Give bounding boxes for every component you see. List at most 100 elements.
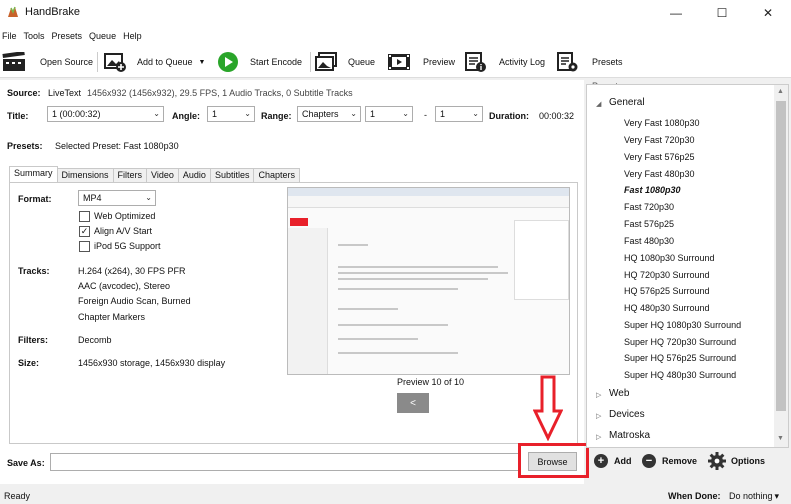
preset-group-matroska[interactable]: Matroska bbox=[609, 430, 650, 441]
activity-log-icon bbox=[463, 51, 487, 73]
web-optimized-label: Web Optimized bbox=[94, 211, 156, 221]
tab-video[interactable]: Video bbox=[146, 168, 179, 182]
preset-group-web[interactable]: Web bbox=[609, 388, 629, 399]
range-mode-select[interactable]: Chapters ⌄ bbox=[297, 106, 361, 122]
open-source-button[interactable]: Open Source bbox=[2, 46, 93, 78]
preset-options-label: Options bbox=[731, 456, 765, 466]
preset-options-button[interactable]: Options bbox=[708, 452, 765, 470]
title-select-value: 1 (00:00:32) bbox=[52, 109, 101, 119]
preset-item[interactable]: Fast 720p30 bbox=[624, 202, 674, 212]
preview-filmstrip-icon bbox=[387, 51, 411, 73]
toolbar-separator bbox=[97, 52, 98, 72]
range-start-select[interactable]: 1 ⌄ bbox=[365, 106, 413, 122]
tab-dimensions[interactable]: Dimensions bbox=[56, 168, 114, 182]
align-av-label: Align A/V Start bbox=[94, 226, 153, 236]
preset-group-devices[interactable]: Devices bbox=[609, 409, 645, 420]
chevron-down-icon: ⌄ bbox=[402, 109, 409, 118]
preset-item[interactable]: HQ 576p25 Surround bbox=[624, 286, 710, 296]
preset-item[interactable]: Very Fast 1080p30 bbox=[624, 118, 700, 128]
scroll-down-icon[interactable]: ▼ bbox=[777, 435, 784, 442]
preset-item[interactable]: Super HQ 1080p30 Surround bbox=[624, 320, 741, 330]
source-info: 1456x932 (1456x932), 29.5 FPS, 1 Audio T… bbox=[87, 88, 353, 98]
preset-item[interactable]: HQ 720p30 Surround bbox=[624, 270, 710, 280]
maximize-button[interactable]: ☐ bbox=[699, 0, 745, 26]
title-select[interactable]: 1 (00:00:32) ⌄ bbox=[47, 106, 164, 122]
preset-item-selected[interactable]: Fast 1080p30 bbox=[624, 185, 681, 195]
ipod-checkbox[interactable] bbox=[79, 241, 90, 252]
collapsed-triangle-icon[interactable]: ▷ bbox=[596, 391, 601, 399]
preset-item[interactable]: Super HQ 576p25 Surround bbox=[624, 353, 736, 363]
queue-button[interactable]: Queue bbox=[314, 46, 375, 78]
when-done-label: When Done: bbox=[668, 491, 721, 501]
preset-item[interactable]: Super HQ 720p30 Surround bbox=[624, 337, 736, 347]
preview-previous-button[interactable]: < bbox=[397, 393, 429, 413]
presets-scrollbar[interactable]: ▲ ▼ bbox=[774, 85, 788, 447]
add-preset-label: Add bbox=[614, 456, 632, 466]
presets-button[interactable]: Presets bbox=[555, 46, 623, 78]
chevron-down-icon: ▾ bbox=[774, 491, 780, 501]
chevron-down-icon: ⌄ bbox=[153, 109, 160, 118]
close-button[interactable]: ✕ bbox=[745, 0, 791, 26]
range-label: Range: bbox=[261, 111, 292, 121]
tab-audio[interactable]: Audio bbox=[177, 168, 211, 182]
format-select[interactable]: MP4 ⌄ bbox=[78, 190, 156, 206]
collapsed-triangle-icon[interactable]: ▷ bbox=[596, 412, 601, 420]
play-icon bbox=[216, 51, 240, 73]
preview-thumbnail-sidebar bbox=[288, 228, 328, 374]
preset-item[interactable]: Very Fast 720p30 bbox=[624, 135, 695, 145]
preset-item[interactable]: Super HQ 480p30 Surround bbox=[624, 370, 736, 380]
expanded-triangle-icon[interactable]: ◢ bbox=[596, 100, 601, 108]
start-encode-button[interactable]: Start Encode bbox=[216, 46, 302, 78]
status-text: Ready bbox=[4, 491, 31, 501]
preset-item[interactable]: Very Fast 576p25 bbox=[624, 152, 695, 162]
activity-log-label: Activity Log bbox=[499, 57, 546, 67]
preset-group-general[interactable]: General bbox=[609, 97, 645, 108]
preset-item[interactable]: HQ 480p30 Surround bbox=[624, 303, 710, 313]
tab-subtitles[interactable]: Subtitles bbox=[209, 168, 255, 182]
tab-filters[interactable]: Filters bbox=[112, 168, 148, 182]
when-done-select[interactable]: Do nothing ▾ bbox=[729, 491, 779, 502]
preset-item[interactable]: Very Fast 480p30 bbox=[624, 169, 695, 179]
preset-item[interactable]: Fast 576p25 bbox=[624, 219, 674, 229]
menu-presets[interactable]: Presets bbox=[52, 31, 90, 41]
save-as-input[interactable] bbox=[50, 453, 520, 471]
preset-item[interactable]: HQ 1080p30 Surround bbox=[624, 253, 715, 263]
toolbar: Open Source Add to Queue ▼ Start Encode … bbox=[0, 46, 791, 78]
title-label: Title: bbox=[7, 111, 29, 121]
add-preset-button[interactable]: + Add bbox=[594, 454, 632, 468]
preset-item[interactable]: Fast 480p30 bbox=[624, 236, 674, 246]
collapsed-triangle-icon[interactable]: ▷ bbox=[596, 433, 601, 441]
angle-select[interactable]: 1 ⌄ bbox=[207, 106, 255, 122]
format-label: Format: bbox=[18, 194, 52, 204]
track-item: H.264 (x264), 30 FPS PFR bbox=[78, 266, 186, 276]
queue-images-icon bbox=[314, 51, 338, 73]
add-to-queue-button[interactable]: Add to Queue ▼ bbox=[103, 46, 205, 78]
scroll-up-icon[interactable]: ▲ bbox=[777, 88, 784, 95]
activity-log-button[interactable]: Activity Log bbox=[463, 46, 545, 78]
scrollbar-thumb[interactable] bbox=[776, 101, 786, 411]
menu-tools[interactable]: Tools bbox=[24, 31, 52, 41]
chevron-down-icon: ⌄ bbox=[244, 109, 251, 118]
tab-summary[interactable]: Summary bbox=[9, 166, 58, 182]
menu-queue[interactable]: Queue bbox=[89, 31, 123, 41]
preview-button[interactable]: Preview bbox=[387, 46, 455, 78]
range-start-value: 1 bbox=[370, 109, 376, 119]
range-end-select[interactable]: 1 ⌄ bbox=[435, 106, 483, 122]
tab-chapters[interactable]: Chapters bbox=[253, 168, 300, 182]
status-bar: Ready When Done: Do nothing ▾ bbox=[0, 488, 791, 504]
menu-file[interactable]: File bbox=[2, 31, 24, 41]
start-encode-label: Start Encode bbox=[250, 57, 303, 67]
source-name: LiveText bbox=[48, 88, 82, 98]
range-mode-value: Chapters bbox=[302, 109, 339, 119]
add-image-icon bbox=[103, 51, 127, 73]
remove-preset-button[interactable]: − Remove bbox=[642, 454, 697, 468]
add-to-queue-dropdown-arrow[interactable]: ▼ bbox=[199, 59, 206, 66]
browse-button[interactable]: Browse bbox=[528, 452, 577, 471]
menu-help[interactable]: Help bbox=[123, 31, 149, 41]
open-source-label: Open Source bbox=[40, 57, 94, 67]
ipod-label: iPod 5G Support bbox=[94, 241, 161, 251]
minimize-button[interactable]: — bbox=[653, 0, 699, 26]
align-av-checkbox[interactable]: ✓ bbox=[79, 226, 90, 237]
web-optimized-checkbox[interactable] bbox=[79, 211, 90, 222]
settings-tabs: Summary Dimensions Filters Video Audio S… bbox=[9, 166, 300, 182]
